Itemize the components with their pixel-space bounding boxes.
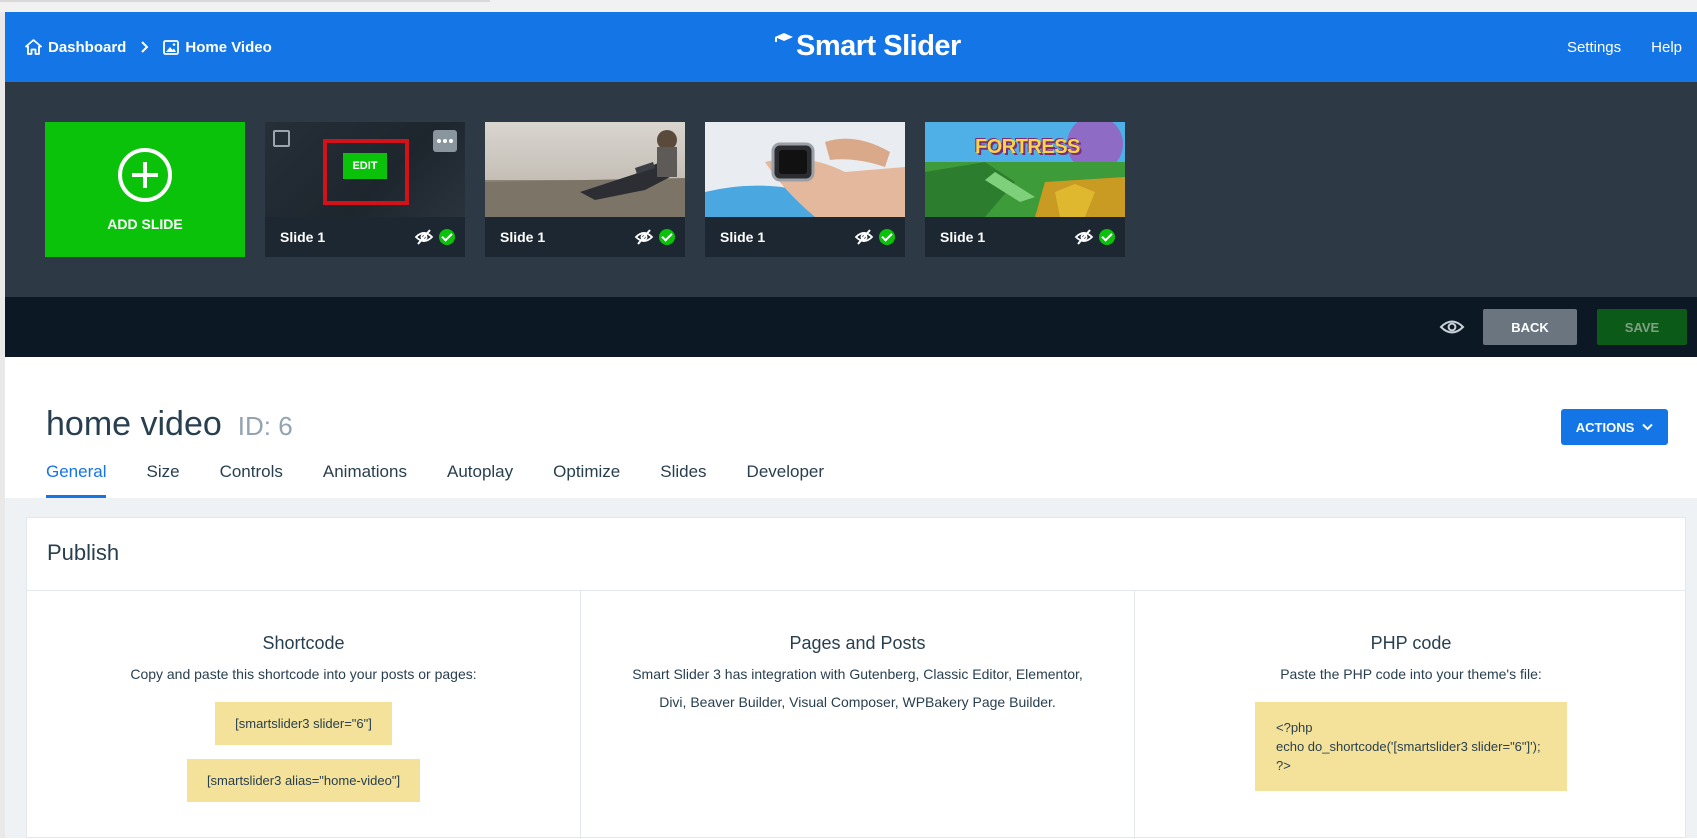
header-links: Settings Help xyxy=(1567,12,1682,82)
php-code-description: Paste the PHP code into your theme's fil… xyxy=(1280,666,1542,682)
breadcrumb: Dashboard Home Video xyxy=(25,12,272,82)
settings-tabs: General Size Controls Animations Autopla… xyxy=(46,462,824,498)
top-header: Dashboard Home Video Smart Slider Settin… xyxy=(5,12,1697,82)
home-icon xyxy=(25,39,42,55)
published-check-icon[interactable] xyxy=(1099,229,1115,245)
pages-posts-title: Pages and Posts xyxy=(789,633,926,653)
slides-strip: ADD SLIDE EDIT Slide 1 Slide 1 Slide 1 F… xyxy=(5,82,1697,297)
eye-slash-icon[interactable] xyxy=(854,229,874,245)
tab-developer[interactable]: Developer xyxy=(747,462,825,498)
preview-eye-icon[interactable] xyxy=(1438,313,1466,341)
eye-slash-icon[interactable] xyxy=(634,229,654,245)
image-icon xyxy=(163,39,180,55)
slider-title-row: home video ID: 6 xyxy=(46,405,293,444)
php-code-title: PHP code xyxy=(1370,633,1452,653)
slide-status-icons xyxy=(1074,229,1115,245)
breadcrumb-dashboard[interactable]: Dashboard xyxy=(25,39,126,56)
slide-status-icons xyxy=(414,229,455,245)
pages-posts-column: Pages and Posts Smart Slider 3 has integ… xyxy=(581,591,1135,839)
chevron-down-icon xyxy=(1642,423,1653,431)
php-line-open: <?php xyxy=(1276,720,1313,735)
slide-bar: Slide 1 xyxy=(485,217,685,257)
tab-slides[interactable]: Slides xyxy=(660,462,706,498)
slide-label: Slide 1 xyxy=(940,229,986,245)
action-bar: BACK SAVE xyxy=(5,297,1697,357)
back-button[interactable]: BACK xyxy=(1483,309,1577,345)
tab-edge xyxy=(0,0,490,2)
eye-slash-icon[interactable] xyxy=(1074,229,1094,245)
slide-bar: Slide 1 xyxy=(265,217,465,257)
php-code-column: PHP code Paste the PHP code into your th… xyxy=(1135,591,1687,839)
pages-posts-description-line2: Divi, Beaver Builder, Visual Composer, W… xyxy=(659,694,1056,710)
tab-animations[interactable]: Animations xyxy=(323,462,407,498)
settings-link[interactable]: Settings xyxy=(1567,39,1621,56)
breadcrumb-dashboard-label: Dashboard xyxy=(48,38,127,56)
shortcode-title: Shortcode xyxy=(262,633,345,653)
shortcode-description: Copy and paste this shortcode into your … xyxy=(130,666,477,682)
browser-top-strip xyxy=(0,0,1697,12)
slide-status-icons xyxy=(634,229,675,245)
slide-label: Slide 1 xyxy=(720,229,766,245)
add-slide-button[interactable]: ADD SLIDE xyxy=(45,122,245,257)
breadcrumb-home-video[interactable]: Home Video xyxy=(163,38,272,56)
add-slide-label: ADD SLIDE xyxy=(107,215,183,232)
slider-id: ID: 6 xyxy=(237,411,293,441)
more-options-icon[interactable] xyxy=(433,130,457,152)
plus-circle-icon xyxy=(118,147,172,202)
slide-thumbnail xyxy=(705,122,905,217)
tab-autoplay[interactable]: Autoplay xyxy=(447,462,513,498)
actions-label: ACTIONS xyxy=(1575,419,1635,435)
publish-heading: Publish xyxy=(27,518,1685,591)
php-code-box[interactable]: <?php echo do_shortcode('[smartslider3 s… xyxy=(1255,702,1567,791)
publish-panel: Publish Shortcode Copy and paste this sh… xyxy=(26,517,1687,839)
slide-bar: Slide 1 xyxy=(925,217,1125,257)
chevron-right-icon xyxy=(140,41,149,53)
published-check-icon[interactable] xyxy=(659,229,675,245)
smart-slider-logo: Smart Slider xyxy=(773,26,961,66)
logo-text: Smart Slider xyxy=(796,29,961,62)
tab-size[interactable]: Size xyxy=(146,462,179,498)
slide-thumbnail xyxy=(485,122,685,217)
edit-slide-button[interactable]: EDIT xyxy=(343,153,387,179)
tab-optimize[interactable]: Optimize xyxy=(553,462,620,498)
slide-thumbnail: FORTRESS xyxy=(925,122,1125,217)
published-check-icon[interactable] xyxy=(879,229,895,245)
eye-slash-icon[interactable] xyxy=(414,229,434,245)
php-line-echo: echo do_shortcode('[smartslider3 slider=… xyxy=(1276,739,1541,754)
shortcode-id-box[interactable]: [smartslider3 slider="6"] xyxy=(215,702,392,745)
save-button[interactable]: SAVE xyxy=(1597,309,1687,345)
graduation-cap-icon xyxy=(773,31,795,61)
shortcode-column: Shortcode Copy and paste this shortcode … xyxy=(27,591,581,839)
page-title: home video xyxy=(46,405,222,443)
slide-label: Slide 1 xyxy=(500,229,546,245)
slide-card[interactable]: Slide 1 xyxy=(705,122,905,257)
slide-label: Slide 1 xyxy=(280,229,326,245)
slide-select-checkbox[interactable] xyxy=(273,130,290,147)
published-check-icon[interactable] xyxy=(439,229,455,245)
fortress-title-text: FORTRESS xyxy=(975,136,1080,158)
php-line-close: ?> xyxy=(1276,758,1291,773)
breadcrumb-home-video-label: Home Video xyxy=(185,38,272,56)
tab-controls[interactable]: Controls xyxy=(220,462,283,498)
slide-card[interactable]: Slide 1 xyxy=(485,122,685,257)
slide-bar: Slide 1 xyxy=(705,217,905,257)
slide-card[interactable]: EDIT Slide 1 xyxy=(265,122,465,257)
shortcode-alias-box[interactable]: [smartslider3 alias="home-video"] xyxy=(186,759,421,802)
help-link[interactable]: Help xyxy=(1651,39,1682,56)
pages-posts-description-line1: Smart Slider 3 has integration with Gute… xyxy=(632,666,1083,682)
slide-status-icons xyxy=(854,229,895,245)
tab-general[interactable]: General xyxy=(46,462,107,498)
slide-card[interactable]: FORTRESS Slide 1 xyxy=(925,122,1125,257)
actions-dropdown-button[interactable]: ACTIONS xyxy=(1561,409,1668,445)
